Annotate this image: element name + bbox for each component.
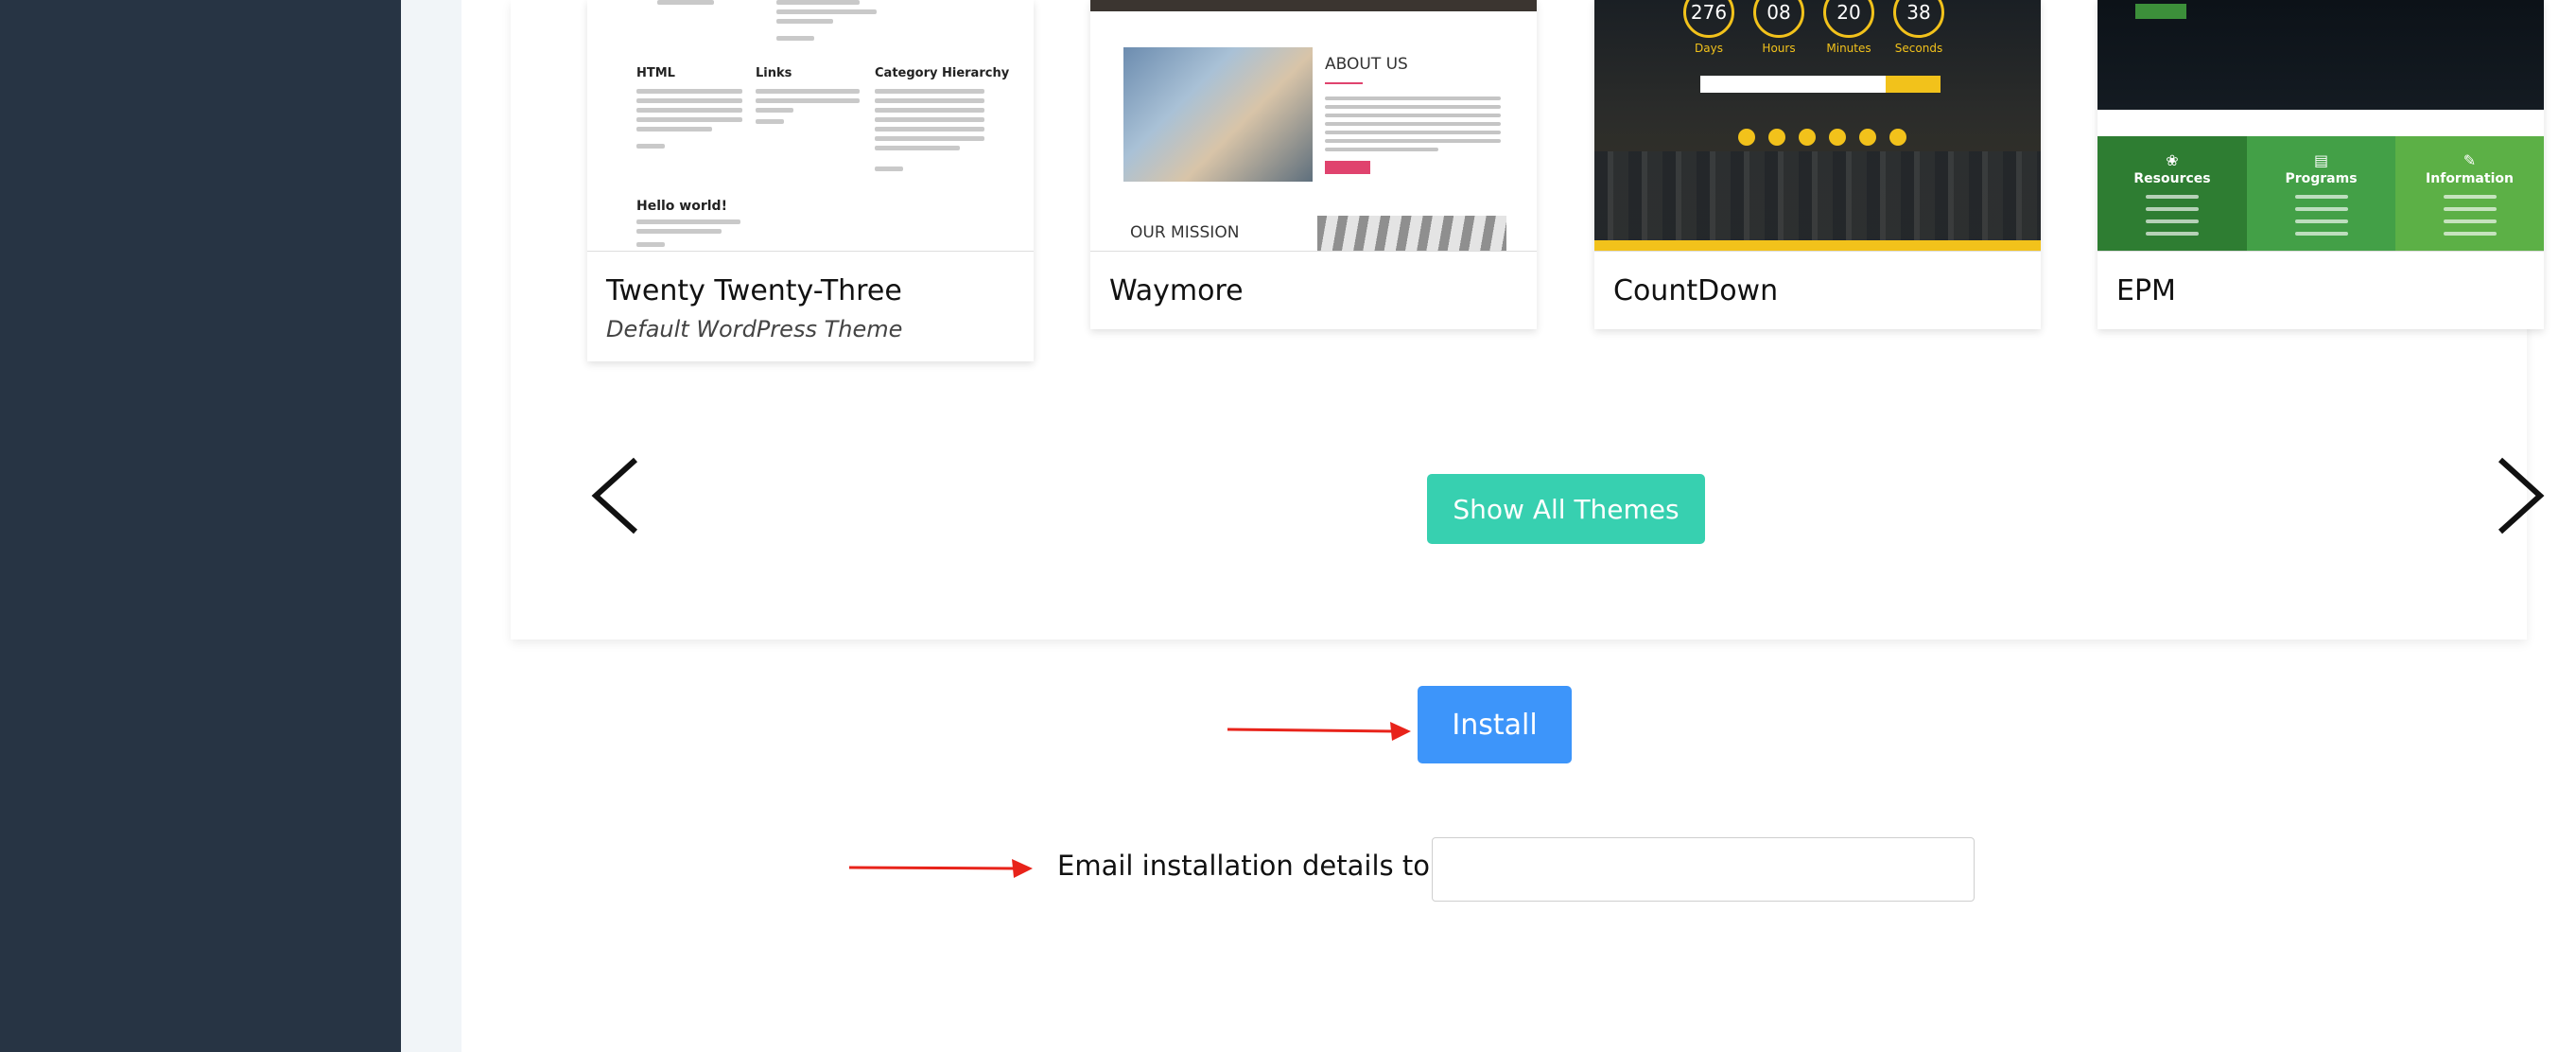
theme-thumbnail: ❀ Resources ▤ Programs ✎ Information [2097,0,2544,252]
edit-icon: ✎ [2463,151,2477,169]
theme-name: Waymore [1109,274,1244,307]
countdown-label: Days [1695,42,1723,55]
theme-card-countdown[interactable]: 276 08 20 38 Days Hours Minutes Seconds … [1594,0,2041,329]
theme-thumbnail: ABOUT US OUR MISSION [1090,0,1537,252]
install-button[interactable]: Install [1418,686,1572,763]
countdown-value: 08 [1753,0,1804,38]
preview-heading: OUR MISSION [1130,223,1240,242]
preview-heading: ABOUT US [1325,55,1408,74]
theme-card-waymore[interactable]: ABOUT US OUR MISSION Waymore [1090,0,1537,329]
preview-column: ▤ Programs [2247,136,2395,251]
preview-email-field [1700,76,1886,93]
countdown-value: 38 [1893,0,1944,38]
preview-heading: HTML [636,66,675,80]
show-all-themes-button[interactable]: Show All Themes [1427,474,1705,544]
preview-photo [1123,47,1313,182]
theme-card-twenty-twenty-three[interactable]: HTML Links Category Hierarchy Hello worl… [587,0,1034,361]
preview-column: ❀ Resources [2097,136,2247,251]
themes-carousel-panel: HTML Links Category Hierarchy Hello worl… [511,0,2545,640]
preview-column-title: Information [2426,171,2514,186]
preview-heading: Category Hierarchy [875,66,1010,80]
main-content: HTML Links Category Hierarchy Hello worl… [461,0,2576,1052]
theme-name: CountDown [1613,274,1779,307]
preview-column-title: Programs [2285,171,2358,186]
chevron-left-icon[interactable] [590,456,641,535]
theme-subtitle: Default WordPress Theme [606,316,903,342]
theme-thumbnail: 276 08 20 38 Days Hours Minutes Seconds [1594,0,2041,252]
annotation-arrow-icon [848,859,1033,878]
countdown-label: Seconds [1894,42,1943,55]
list-icon: ▤ [2313,151,2329,169]
preview-column-title: Resources [2133,171,2211,186]
leaf-icon: ❀ [2166,151,2179,169]
email-installation-input[interactable] [1432,837,1975,902]
sidebar [0,0,401,1052]
preview-photo [1317,216,1506,251]
preview-heading: Links [756,66,792,80]
chevron-right-icon[interactable] [2495,456,2546,535]
annotation-arrow-icon [1227,722,1411,741]
email-installation-label: Email installation details to : [1057,850,1448,882]
theme-name: EPM [2116,274,2176,307]
theme-card-epm[interactable]: ❀ Resources ▤ Programs ✎ Information EPM [2097,0,2544,329]
countdown-label: Hours [1762,42,1796,55]
preview-heading: Hello world! [636,199,727,214]
theme-thumbnail: HTML Links Category Hierarchy Hello worl… [587,0,1034,252]
countdown-value: 276 [1683,0,1734,38]
countdown-value: 20 [1823,0,1874,38]
countdown-label: Minutes [1826,42,1871,55]
preview-column: ✎ Information [2395,136,2544,251]
